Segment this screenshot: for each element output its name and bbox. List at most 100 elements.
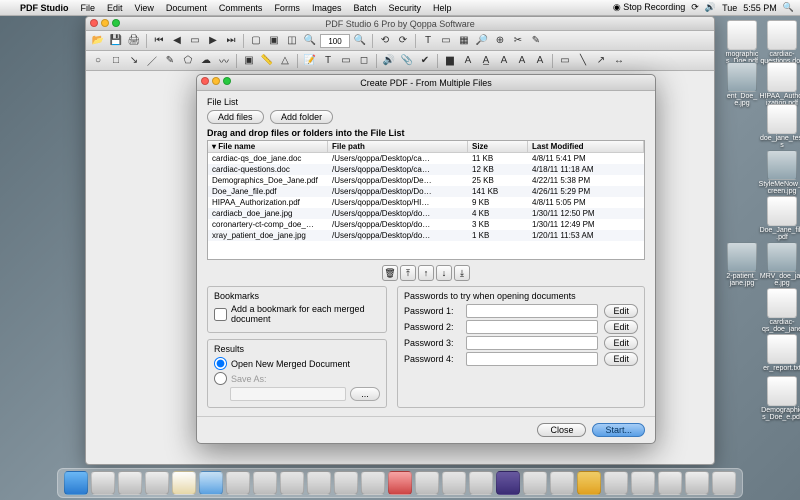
dock-app-icon[interactable] [415, 471, 439, 495]
squiggly-icon[interactable]: A [496, 53, 512, 69]
cloud-annot-icon[interactable]: ☁ [198, 53, 214, 69]
dock-app-icon[interactable] [334, 471, 358, 495]
crossout-icon[interactable]: A [460, 53, 476, 69]
line-annot-icon[interactable]: ／ [144, 53, 160, 69]
col-filename[interactable]: File name [218, 142, 255, 151]
add-bookmark-checkbox[interactable]: Add a bookmark for each merged document [214, 304, 380, 324]
perimeter-icon[interactable]: △ [277, 53, 293, 69]
snapshot-icon[interactable]: ▦ [456, 33, 472, 49]
open-new-radio[interactable]: Open New Merged Document [214, 357, 380, 370]
rotate-ccw-icon[interactable]: ⟲ [377, 33, 393, 49]
dock-app-icon[interactable] [307, 471, 331, 495]
dock-app-icon[interactable] [523, 471, 547, 495]
dock-app-icon[interactable] [118, 471, 142, 495]
open-icon[interactable]: 📂 [90, 33, 106, 49]
print-icon[interactable]: 🖨 [126, 33, 142, 49]
password-edit-button[interactable]: Edit [604, 336, 638, 350]
browse-button[interactable]: ... [350, 387, 380, 401]
app-menu-title[interactable]: PDF Studio [20, 3, 69, 13]
ruler-icon[interactable]: 📏 [259, 53, 275, 69]
actual-size-icon[interactable]: ▢ [248, 33, 264, 49]
desktop-file-icon[interactable]: ent_Doe_e.jpg [718, 62, 766, 107]
desktop-file-icon[interactable]: StyleMeNow_screen.jpg [758, 150, 800, 195]
dialog-window-controls[interactable] [201, 77, 231, 85]
dock-app-icon[interactable] [280, 471, 304, 495]
square-annot-icon[interactable]: □ [108, 53, 124, 69]
area-annot-icon[interactable]: ▣ [241, 53, 257, 69]
col-filepath[interactable]: File path [328, 141, 468, 152]
dock-app-icon[interactable] [550, 471, 574, 495]
select-tool-icon[interactable]: ▭ [438, 33, 454, 49]
col-size[interactable]: Size [468, 141, 528, 152]
polyline-annot-icon[interactable]: 〰 [216, 53, 232, 69]
menu-edit[interactable]: Edit [107, 3, 123, 13]
table-row[interactable]: Doe_Jane_file.pdf/Users/qoppa/Desktop/Do… [208, 186, 644, 197]
menu-images[interactable]: Images [312, 3, 342, 13]
dock-finder-icon[interactable] [64, 471, 88, 495]
menu-security[interactable]: Security [388, 3, 421, 13]
desktop-file-icon[interactable]: doe_jane_tests [758, 104, 800, 149]
menu-batch[interactable]: Batch [353, 3, 376, 13]
window-controls[interactable] [90, 19, 120, 27]
volume-icon[interactable]: 🔊 [705, 2, 716, 13]
table-row[interactable]: coronartery-ct-comp_doe_…/Users/qoppa/De… [208, 219, 644, 230]
desktop-file-icon[interactable]: cardiac-qs_doe_jane [758, 288, 800, 333]
replace-text-icon[interactable]: A [532, 53, 548, 69]
distance-icon[interactable]: ↔ [611, 53, 627, 69]
dock-app-icon[interactable] [226, 471, 250, 495]
sound-annot-icon[interactable]: 🔊 [381, 53, 397, 69]
dock-app-icon[interactable] [253, 471, 277, 495]
dock[interactable] [57, 468, 743, 498]
zoom-input[interactable]: 100 [320, 34, 350, 48]
col-modified[interactable]: Last Modified [528, 141, 644, 152]
underline-icon[interactable]: A̲ [478, 53, 494, 69]
first-page-icon[interactable]: ⏮ [151, 33, 167, 49]
password-edit-button[interactable]: Edit [604, 352, 638, 366]
polygon-annot-icon[interactable]: ⬠ [180, 53, 196, 69]
table-row[interactable]: Demographics_Doe_Jane.pdf/Users/qoppa/De… [208, 175, 644, 186]
add-files-button[interactable]: Add files [207, 110, 264, 124]
save-as-radio[interactable]: Save As: [214, 372, 380, 385]
dock-app-icon[interactable] [577, 471, 601, 495]
next-page-icon[interactable]: ▶ [205, 33, 221, 49]
loupe-icon[interactable]: ⊕ [492, 33, 508, 49]
dock-app-icon[interactable] [388, 471, 412, 495]
circle-annot-icon[interactable]: ○ [90, 53, 106, 69]
typewriter-icon[interactable]: T [320, 53, 336, 69]
dock-app-icon[interactable] [172, 471, 196, 495]
rotate-cw-icon[interactable]: ⟳ [395, 33, 411, 49]
page-input[interactable]: ▭ [187, 33, 203, 49]
text-tool-icon[interactable]: T [420, 33, 436, 49]
dock-safari-icon[interactable] [199, 471, 223, 495]
menu-file[interactable]: File [81, 3, 96, 13]
highlight-icon[interactable]: ▆ [442, 53, 458, 69]
table-row[interactable]: xray_patient_doe_jane.jpg/Users/qoppa/De… [208, 230, 644, 241]
stamp-icon[interactable]: ✔ [417, 53, 433, 69]
callout-icon[interactable]: ◻ [356, 53, 372, 69]
fit-page-icon[interactable]: ▣ [266, 33, 282, 49]
line-tool-icon[interactable]: ╲ [575, 53, 591, 69]
insert-text-icon[interactable]: A [514, 53, 530, 69]
fit-width-icon[interactable]: ◫ [284, 33, 300, 49]
move-up-icon[interactable]: ↑ [418, 265, 434, 281]
dock-app-icon[interactable] [442, 471, 466, 495]
dock-app-icon[interactable] [604, 471, 628, 495]
attach-icon[interactable]: 📎 [399, 53, 415, 69]
file-list-table[interactable]: ▾ File name File path Size Last Modified… [207, 140, 645, 260]
pencil-annot-icon[interactable]: ✎ [162, 53, 178, 69]
dock-app-icon[interactable] [145, 471, 169, 495]
menu-help[interactable]: Help [433, 3, 452, 13]
move-bottom-icon[interactable]: ⤓ [454, 265, 470, 281]
zoom-in-icon[interactable]: 🔍 [352, 33, 368, 49]
desktop-file-icon[interactable]: Demographics_Doe_e.pdf [758, 376, 800, 421]
search-icon[interactable]: 🔎 [474, 33, 490, 49]
menu-comments[interactable]: Comments [219, 3, 263, 13]
password-input-1[interactable] [466, 304, 598, 318]
start-button[interactable]: Start... [592, 423, 645, 437]
dock-app-icon[interactable] [496, 471, 520, 495]
save-icon[interactable]: 💾 [108, 33, 124, 49]
zoom-out-icon[interactable]: 🔍 [302, 33, 318, 49]
dock-app-icon[interactable] [361, 471, 385, 495]
desktop-file-icon[interactable]: Doe_Jane_file.pdf [758, 196, 800, 241]
table-row[interactable]: cardiacb_doe_jane.jpg/Users/qoppa/Deskto… [208, 208, 644, 219]
